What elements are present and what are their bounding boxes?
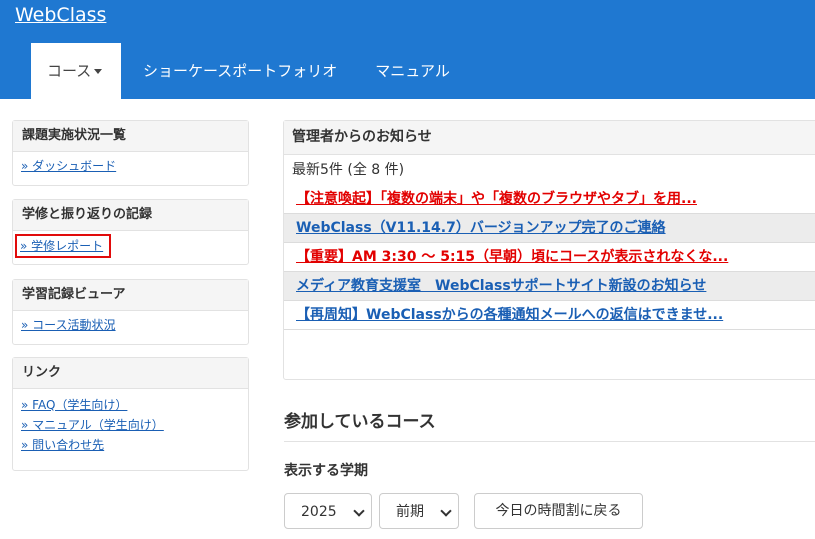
caret-down-icon	[94, 69, 103, 74]
admin-notice-panel: 管理者からのお知らせ 最新5件 (全 8 件) 【注意喚起】「複数の端末」や「複…	[283, 120, 815, 380]
section-divider	[284, 441, 815, 442]
panel-record-viewer-title: 学習記録ビューア	[13, 280, 248, 311]
notice-link[interactable]: 【再周知】WebClassからの各種通知メールへの返信はできませ...	[296, 307, 723, 323]
notice-link[interactable]: メディア教育支援室 WebClassサポートサイト新設のお知らせ	[296, 278, 706, 294]
notice-row: 【再周知】WebClassからの各種通知メールへの返信はできませ...	[284, 301, 815, 330]
year-select-value: 2025	[301, 504, 337, 520]
panel-task-status: 課題実施状況一覧 » ダッシュボード	[12, 120, 249, 186]
enrolled-courses-title: 参加しているコース	[284, 412, 436, 432]
manual-link[interactable]: » マニュアル（学生向け）	[21, 415, 240, 435]
main-nav: コース ショーケースポートフォリオ マニュアル	[31, 43, 466, 99]
panel-learning-records: 学修と振り返りの記録 » 学修レポート	[12, 199, 249, 265]
panel-links-title: リンク	[13, 358, 248, 389]
chevron-down-icon	[353, 505, 365, 517]
nav-manual[interactable]: マニュアル	[359, 43, 466, 99]
nav-showcase-portfolio[interactable]: ショーケースポートフォリオ	[127, 43, 353, 99]
nav-courses-label: コース	[47, 62, 92, 80]
panel-record-viewer: 学習記録ビューア » コース活動状況	[12, 279, 249, 345]
year-select[interactable]: 2025	[284, 493, 372, 529]
notice-count: 最新5件 (全 8 件)	[292, 162, 405, 178]
course-activity-link[interactable]: » コース活動状況	[21, 315, 240, 335]
learning-report-link[interactable]: » 学修レポート	[20, 239, 103, 253]
notice-link[interactable]: 【重要】AM 3:30 ～ 5:15（早朝）頃にコースが表示されなくな...	[296, 249, 728, 265]
notice-link[interactable]: 【注意喚起】「複数の端末」や「複数のブラウザやタブ」を用...	[296, 191, 697, 207]
notice-title: 管理者からのお知らせ	[284, 121, 815, 155]
highlight-box: » 学修レポート	[15, 234, 112, 258]
notice-row: メディア教育支援室 WebClassサポートサイト新設のお知らせ	[284, 272, 815, 301]
dashboard-link[interactable]: » ダッシュボード	[21, 156, 240, 176]
panel-links: リンク » FAQ（学生向け） » マニュアル（学生向け） » 問い合わせ先	[12, 357, 249, 471]
panel-task-status-title: 課題実施状況一覧	[13, 121, 248, 152]
nav-courses-dropdown[interactable]: コース	[31, 43, 121, 99]
semester-select[interactable]: 前期	[379, 493, 459, 529]
brand-link[interactable]: WebClass	[15, 4, 106, 26]
notice-link[interactable]: WebClass（V11.14.7）バージョンアップ完了のご連絡	[296, 220, 666, 236]
term-label: 表示する学期	[284, 463, 368, 479]
contact-link[interactable]: » 問い合わせ先	[21, 435, 240, 455]
notice-row: WebClass（V11.14.7）バージョンアップ完了のご連絡	[284, 214, 815, 243]
top-header: WebClass コース ショーケースポートフォリオ マニュアル	[0, 0, 815, 99]
notice-row: 【重要】AM 3:30 ～ 5:15（早朝）頃にコースが表示されなくな...	[284, 243, 815, 272]
chevron-down-icon	[440, 505, 452, 517]
notice-row: 【注意喚起】「複数の端末」や「複数のブラウザやタブ」を用...	[284, 185, 815, 214]
today-timetable-button[interactable]: 今日の時間割に戻る	[474, 493, 643, 529]
panel-learning-records-title: 学修と振り返りの記録	[13, 200, 248, 231]
semester-select-value: 前期	[396, 504, 424, 520]
faq-link[interactable]: » FAQ（学生向け）	[21, 395, 240, 415]
